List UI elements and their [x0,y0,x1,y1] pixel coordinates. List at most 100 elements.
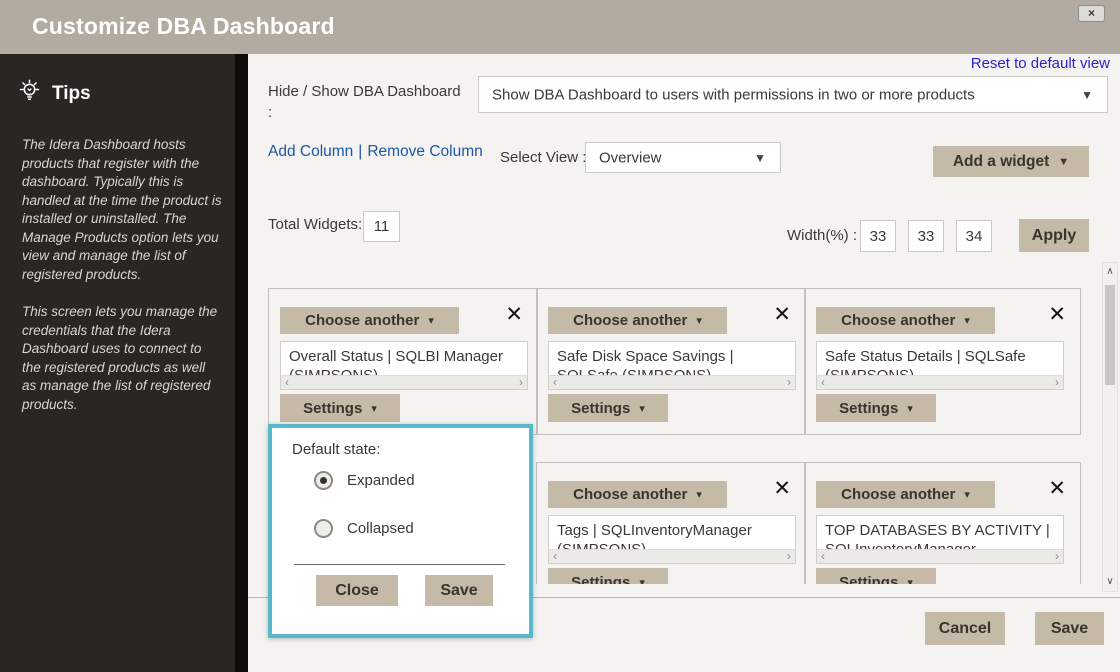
radio-button-unselected[interactable] [314,519,333,538]
remove-widget-icon[interactable]: ✕ [505,304,523,326]
hide-show-dropdown[interactable]: Show DBA Dashboard to users with permiss… [478,76,1108,113]
select-view-value: Overview [599,149,662,166]
settings-label: Settings [571,400,630,417]
remove-column-link[interactable]: Remove Column [367,143,482,160]
settings-label: Settings [303,400,362,417]
choose-another-button[interactable]: Choose another ▾ [548,307,727,334]
chevron-down-icon: ▾ [639,402,645,415]
widget-name: Tags | SQLInventoryManager (SIMPSONS) [549,516,795,549]
settings-button[interactable]: Settings ▾ [548,568,668,584]
chevron-down-icon: ▾ [696,488,702,501]
widget-name-box[interactable]: TOP DATABASES BY ACTIVITY | SQLInventory… [816,515,1064,564]
scroll-right-icon[interactable]: › [519,375,523,389]
tips-paragraph-2: This screen lets you manage the credenti… [22,303,223,414]
dialog-close-button[interactable]: × [1078,5,1105,22]
widget-cell-3: Choose another ▾ ✕ Safe Status Details |… [804,288,1081,435]
chevron-down-icon: ▾ [696,314,702,327]
apply-button[interactable]: Apply [1019,219,1089,252]
remove-widget-icon[interactable]: ✕ [1048,304,1066,326]
widget-name: Safe Status Details | SQLSafe (SIMPSONS) [817,342,1063,375]
chevron-down-icon: ▾ [907,576,913,585]
radio-button-selected[interactable] [314,471,333,490]
widget-name-box[interactable]: Safe Status Details | SQLSafe (SIMPSONS)… [816,341,1064,390]
width-input-1[interactable] [860,220,896,252]
reset-to-default-link[interactable]: Reset to default view [971,55,1110,72]
default-state-label: Default state: [292,441,380,458]
popup-save-button[interactable]: Save [425,575,493,606]
dialog-titlebar: Customize DBA Dashboard [0,0,1120,54]
choose-another-label: Choose another [841,486,955,503]
dropdown-arrow-icon: ▼ [1058,156,1069,168]
settings-button[interactable]: Settings ▾ [816,568,936,584]
widget-name: TOP DATABASES BY ACTIVITY | SQLInventory… [817,516,1063,549]
tips-paragraph-1: The Idera Dashboard hosts products that … [22,136,223,284]
choose-another-label: Choose another [841,312,955,329]
dialog-title: Customize DBA Dashboard [32,13,335,40]
settings-label: Settings [839,400,898,417]
chevron-down-icon: ▾ [964,314,970,327]
chevron-down-icon: ▾ [371,402,377,415]
vertical-scrollbar[interactable]: ∧ ∨ [1102,262,1118,592]
scroll-right-icon[interactable]: › [1055,375,1059,389]
select-view-dropdown[interactable]: Overview ▼ [585,142,781,173]
settings-button[interactable]: Settings ▾ [548,394,668,422]
dropdown-arrow-icon: ▼ [754,151,766,165]
width-input-2[interactable] [908,220,944,252]
scroll-left-icon[interactable]: ‹ [285,375,289,389]
close-icon: × [1088,6,1095,20]
hide-show-label: Hide / Show DBA Dashboard : [268,81,478,123]
horizontal-scrollbar[interactable]: ‹ › [817,375,1063,389]
choose-another-label: Choose another [573,486,687,503]
widget-name-box[interactable]: Overall Status | SQLBI Manager (SIMPSONS… [280,341,528,390]
lightbulb-icon [16,78,43,110]
choose-another-button[interactable]: Choose another ▾ [280,307,459,334]
settings-button[interactable]: Settings ▾ [816,394,936,422]
chevron-down-icon: ▾ [964,488,970,501]
total-widgets-input[interactable] [363,211,400,242]
total-widgets-label: Total Widgets: [268,216,362,233]
scroll-right-icon[interactable]: › [1055,549,1059,563]
widget-name-box[interactable]: Safe Disk Space Savings | SQLSafe (SIMPS… [548,341,796,390]
tips-title: Tips [52,83,91,105]
save-button[interactable]: Save [1035,612,1104,645]
chevron-down-icon: ▾ [428,314,434,327]
tips-sidebar: Tips The Idera Dashboard hosts products … [0,54,248,672]
popup-close-button[interactable]: Close [316,575,398,606]
scroll-left-icon[interactable]: ‹ [821,549,825,563]
scroll-left-icon[interactable]: ‹ [553,549,557,563]
widget-cell-5: Choose another ▾ ✕ TOP DATABASES BY ACTI… [804,462,1081,584]
scroll-left-icon[interactable]: ‹ [821,375,825,389]
scroll-left-icon[interactable]: ‹ [553,375,557,389]
widget-name: Safe Disk Space Savings | SQLSafe (SIMPS… [549,342,795,375]
radio-option-collapsed[interactable]: Collapsed [314,519,414,538]
horizontal-scrollbar[interactable]: ‹ › [281,375,527,389]
choose-another-button[interactable]: Choose another ▾ [816,307,995,334]
remove-widget-icon[interactable]: ✕ [1048,478,1066,500]
horizontal-scrollbar[interactable]: ‹ › [549,375,795,389]
remove-widget-icon[interactable]: ✕ [773,478,791,500]
widget-name-box[interactable]: Tags | SQLInventoryManager (SIMPSONS) ‹ … [548,515,796,564]
choose-another-button[interactable]: Choose another ▾ [816,481,995,508]
hide-show-label-colon: : [268,102,478,123]
scroll-right-icon[interactable]: › [787,549,791,563]
width-percent-label: Width(%) : [787,227,857,244]
horizontal-scrollbar[interactable]: ‹ › [549,549,795,563]
cancel-button[interactable]: Cancel [925,612,1005,645]
settings-button[interactable]: Settings ▾ [280,394,400,422]
popup-divider [294,564,505,565]
scrollbar-thumb[interactable] [1105,285,1115,385]
width-input-3[interactable] [956,220,992,252]
widget-cell-2: Choose another ▾ ✕ Safe Disk Space Savin… [536,288,806,435]
choose-another-label: Choose another [305,312,419,329]
scroll-right-icon[interactable]: › [787,375,791,389]
add-widget-button[interactable]: Add a widget ▼ [933,146,1089,177]
radio-option-expanded[interactable]: Expanded [314,471,415,490]
scroll-up-icon[interactable]: ∧ [1103,266,1117,277]
choose-another-button[interactable]: Choose another ▾ [548,481,727,508]
radio-label: Collapsed [347,520,414,537]
tips-header: Tips [16,78,235,110]
horizontal-scrollbar[interactable]: ‹ › [817,549,1063,563]
remove-widget-icon[interactable]: ✕ [773,304,791,326]
add-column-link[interactable]: Add Column [268,143,353,160]
scroll-down-icon[interactable]: ∨ [1103,576,1117,587]
